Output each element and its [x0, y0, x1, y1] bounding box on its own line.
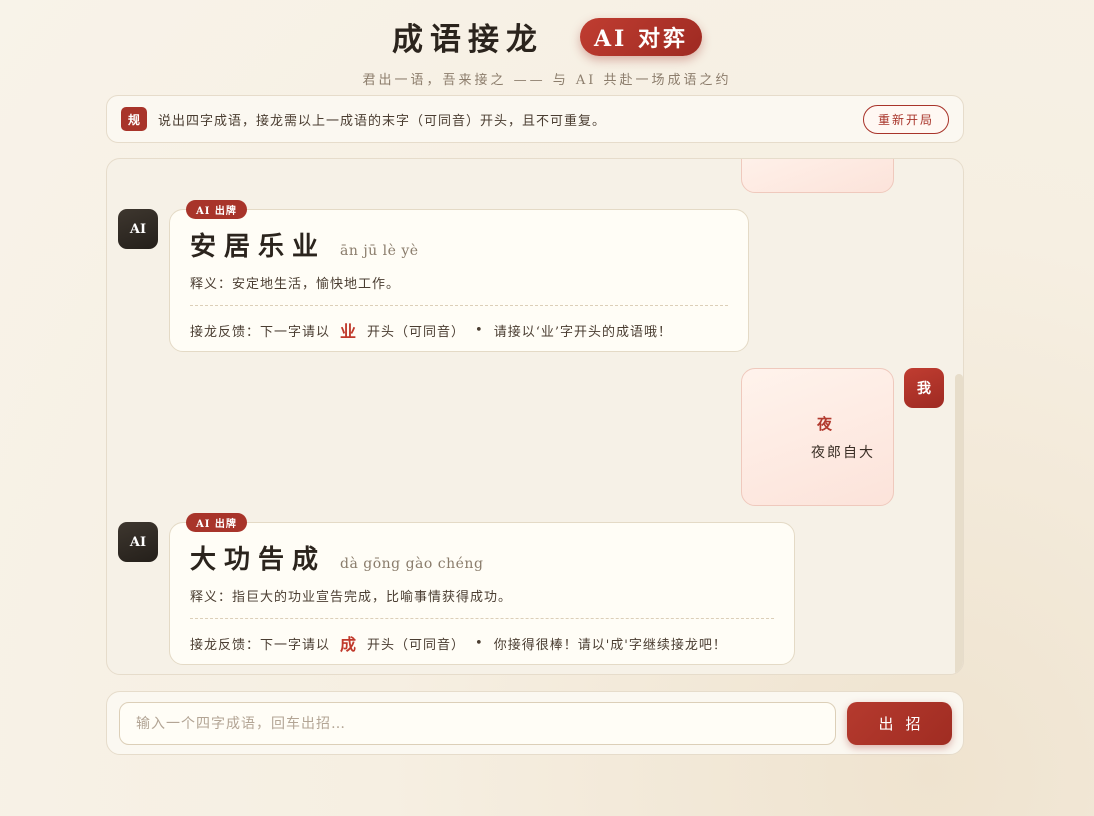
next-char: 成	[340, 635, 358, 654]
feedback-separator: •	[475, 635, 484, 651]
feedback-prefix: 接龙反馈：下一字请以	[190, 324, 331, 340]
idiom-text: 大功告成	[190, 545, 327, 575]
feedback-separator: •	[475, 322, 484, 338]
ai-avatar: AI	[118, 522, 158, 562]
chat-panel[interactable]: AI AI 出牌 安居乐业 ān jū lè yè 释义：安定地生活，愉快地工作…	[106, 158, 964, 675]
page-header: 成语接龙 AI 对弈 君出一语，吾来接之 —— 与 AI 共赴一场成语之约	[0, 14, 1094, 88]
rules-bar: 规 说出四字成语，接龙需以上一成语的末字（可同音）开头，且不可重复。 重新开局	[106, 95, 964, 143]
ai-message-card: AI 出牌 大功告成 dà gōng gào chéng 释义：指巨大的功业宣告…	[169, 513, 795, 665]
input-bar: 出招	[106, 691, 964, 755]
idiom-meaning: 释义：安定地生活，愉快地工作。	[190, 277, 401, 292]
rules-badge: 规	[121, 107, 147, 131]
idiom-input[interactable]	[119, 702, 836, 745]
feedback-comment: 请接以‘业’字开头的成语哦！	[493, 324, 672, 340]
ai-move-tag: AI 出牌	[186, 200, 247, 219]
user-start-char: 夜	[817, 415, 833, 433]
submit-button[interactable]: 出招	[847, 702, 952, 745]
card-divider	[190, 305, 728, 306]
ai-avatar: AI	[118, 209, 158, 249]
idiom-pinyin: ān jū lè yè	[340, 243, 419, 259]
idiom-text: 安居乐业	[190, 232, 327, 262]
feedback-suffix: 开头（可同音）	[367, 637, 466, 653]
feedback-prefix: 接龙反馈：下一字请以	[190, 637, 331, 653]
ai-move-tag: AI 出牌	[186, 513, 247, 532]
user-idiom: 夜郎自大	[811, 445, 875, 461]
next-char: 业	[340, 322, 358, 341]
card-divider	[190, 618, 774, 619]
idiom-pinyin: dà gōng gào chéng	[340, 556, 484, 572]
chat-scrollbar[interactable]	[955, 374, 963, 674]
restart-button[interactable]: 重新开局	[862, 104, 949, 134]
page-title: 成语接龙	[391, 22, 544, 58]
rules-text: 说出四字成语，接龙需以上一成语的末字（可同音）开头，且不可重复。	[158, 113, 607, 129]
feedback-comment: 你接得很棒！请以'成'字继续接龙吧！	[493, 637, 727, 653]
user-avatar: 我	[904, 368, 944, 408]
idiom-meaning: 释义：指巨大的功业宣告完成，比喻事情获得成功。	[190, 590, 513, 605]
chain-feedback: 接龙反馈：下一字请以 业 开头（可同音） • 请接以‘业’字开头的成语哦！	[190, 318, 728, 342]
chain-feedback: 接龙反馈：下一字请以 成 开头（可同音） • 你接得很棒！请以'成'字继续接龙吧…	[190, 631, 774, 655]
user-message-bubble-cutoff	[741, 159, 894, 193]
page-subtitle: 君出一语，吾来接之 —— 与 AI 共赴一场成语之约	[362, 73, 732, 88]
ai-message-card: AI 出牌 安居乐业 ān jū lè yè 释义：安定地生活，愉快地工作。 接…	[169, 200, 749, 352]
user-message-bubble: 夜 夜郎自大	[741, 368, 894, 506]
feedback-suffix: 开头（可同音）	[367, 324, 466, 340]
ai-versus-badge: AI 对弈	[579, 17, 703, 56]
